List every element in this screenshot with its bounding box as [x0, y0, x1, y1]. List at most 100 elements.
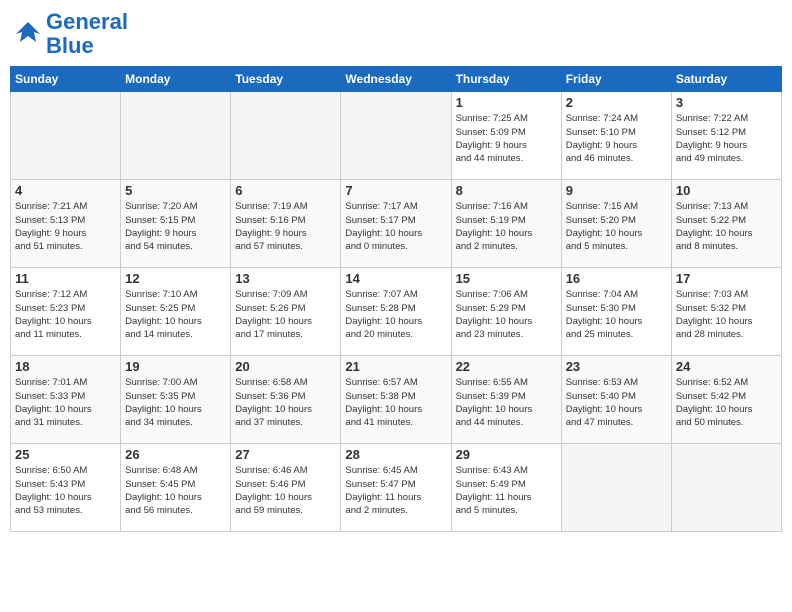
day-info: Sunrise: 6:50 AMSunset: 5:43 PMDaylight:… [15, 464, 116, 517]
day-number: 17 [676, 271, 777, 286]
day-cell: 24 Sunrise: 6:52 AMSunset: 5:42 PMDayligh… [671, 356, 781, 444]
day-cell: 22 Sunrise: 6:55 AMSunset: 5:39 PMDayligh… [451, 356, 561, 444]
day-number: 1 [456, 95, 557, 110]
day-cell: 10 Sunrise: 7:13 AMSunset: 5:22 PMDayligh… [671, 180, 781, 268]
day-number: 27 [235, 447, 336, 462]
day-cell: 6 Sunrise: 7:19 AMSunset: 5:16 PMDaylight… [231, 180, 341, 268]
page-header: General Blue [10, 10, 782, 58]
day-number: 8 [456, 183, 557, 198]
day-info: Sunrise: 7:13 AMSunset: 5:22 PMDaylight:… [676, 200, 777, 253]
week-row-2: 4 Sunrise: 7:21 AMSunset: 5:13 PMDaylight… [11, 180, 782, 268]
header-cell-tuesday: Tuesday [231, 67, 341, 92]
day-info: Sunrise: 6:55 AMSunset: 5:39 PMDaylight:… [456, 376, 557, 429]
calendar-header: SundayMondayTuesdayWednesdayThursdayFrid… [11, 67, 782, 92]
day-number: 23 [566, 359, 667, 374]
day-cell: 27 Sunrise: 6:46 AMSunset: 5:46 PMDayligh… [231, 444, 341, 532]
day-cell [231, 92, 341, 180]
day-cell: 20 Sunrise: 6:58 AMSunset: 5:36 PMDayligh… [231, 356, 341, 444]
calendar-body: 1 Sunrise: 7:25 AMSunset: 5:09 PMDaylight… [11, 92, 782, 532]
day-info: Sunrise: 7:24 AMSunset: 5:10 PMDaylight:… [566, 112, 667, 165]
day-info: Sunrise: 7:21 AMSunset: 5:13 PMDaylight:… [15, 200, 116, 253]
day-number: 25 [15, 447, 116, 462]
day-number: 15 [456, 271, 557, 286]
day-cell: 19 Sunrise: 7:00 AMSunset: 5:35 PMDayligh… [121, 356, 231, 444]
day-number: 5 [125, 183, 226, 198]
day-info: Sunrise: 7:25 AMSunset: 5:09 PMDaylight:… [456, 112, 557, 165]
header-cell-saturday: Saturday [671, 67, 781, 92]
day-info: Sunrise: 7:20 AMSunset: 5:15 PMDaylight:… [125, 200, 226, 253]
day-number: 20 [235, 359, 336, 374]
week-row-1: 1 Sunrise: 7:25 AMSunset: 5:09 PMDaylight… [11, 92, 782, 180]
day-number: 19 [125, 359, 226, 374]
header-cell-friday: Friday [561, 67, 671, 92]
day-number: 7 [345, 183, 446, 198]
header-cell-sunday: Sunday [11, 67, 121, 92]
day-cell: 23 Sunrise: 6:53 AMSunset: 5:40 PMDayligh… [561, 356, 671, 444]
header-cell-wednesday: Wednesday [341, 67, 451, 92]
day-cell: 11Sunrise: 7:12 AMSunset: 5:23 PMDayligh… [11, 268, 121, 356]
day-cell: 15 Sunrise: 7:06 AMSunset: 5:29 PMDayligh… [451, 268, 561, 356]
day-number: 12 [125, 271, 226, 286]
day-cell: 2Sunrise: 7:24 AMSunset: 5:10 PMDaylight… [561, 92, 671, 180]
day-number: 14 [345, 271, 446, 286]
day-info: Sunrise: 7:19 AMSunset: 5:16 PMDaylight:… [235, 200, 336, 253]
day-cell: 26Sunrise: 6:48 AMSunset: 5:45 PMDayligh… [121, 444, 231, 532]
day-number: 24 [676, 359, 777, 374]
day-number: 18 [15, 359, 116, 374]
calendar-table: SundayMondayTuesdayWednesdayThursdayFrid… [10, 66, 782, 532]
day-info: Sunrise: 7:17 AMSunset: 5:17 PMDaylight:… [345, 200, 446, 253]
day-info: Sunrise: 6:53 AMSunset: 5:40 PMDaylight:… [566, 376, 667, 429]
day-number: 4 [15, 183, 116, 198]
day-info: Sunrise: 6:46 AMSunset: 5:46 PMDaylight:… [235, 464, 336, 517]
day-cell [341, 92, 451, 180]
day-number: 29 [456, 447, 557, 462]
day-info: Sunrise: 6:58 AMSunset: 5:36 PMDaylight:… [235, 376, 336, 429]
day-number: 22 [456, 359, 557, 374]
day-number: 16 [566, 271, 667, 286]
day-cell: 16Sunrise: 7:04 AMSunset: 5:30 PMDayligh… [561, 268, 671, 356]
day-info: Sunrise: 7:09 AMSunset: 5:26 PMDaylight:… [235, 288, 336, 341]
day-info: Sunrise: 6:48 AMSunset: 5:45 PMDaylight:… [125, 464, 226, 517]
day-info: Sunrise: 7:00 AMSunset: 5:35 PMDaylight:… [125, 376, 226, 429]
logo-text: General Blue [46, 10, 128, 58]
day-cell: 17 Sunrise: 7:03 AMSunset: 5:32 PMDayligh… [671, 268, 781, 356]
day-number: 21 [345, 359, 446, 374]
day-cell: 8Sunrise: 7:16 AMSunset: 5:19 PMDaylight… [451, 180, 561, 268]
day-cell: 1 Sunrise: 7:25 AMSunset: 5:09 PMDaylight… [451, 92, 561, 180]
day-cell: 29 Sunrise: 6:43 AMSunset: 5:49 PMDayligh… [451, 444, 561, 532]
day-number: 9 [566, 183, 667, 198]
day-info: Sunrise: 7:01 AMSunset: 5:33 PMDaylight:… [15, 376, 116, 429]
day-info: Sunrise: 7:07 AMSunset: 5:28 PMDaylight:… [345, 288, 446, 341]
day-cell: 18 Sunrise: 7:01 AMSunset: 5:33 PMDayligh… [11, 356, 121, 444]
day-info: Sunrise: 7:12 AMSunset: 5:23 PMDaylight:… [15, 288, 116, 341]
day-info: Sunrise: 6:45 AMSunset: 5:47 PMDaylight:… [345, 464, 446, 517]
day-cell: 5 Sunrise: 7:20 AMSunset: 5:15 PMDaylight… [121, 180, 231, 268]
day-info: Sunrise: 7:15 AMSunset: 5:20 PMDaylight:… [566, 200, 667, 253]
header-row: SundayMondayTuesdayWednesdayThursdayFrid… [11, 67, 782, 92]
day-info: Sunrise: 7:06 AMSunset: 5:29 PMDaylight:… [456, 288, 557, 341]
logo: General Blue [14, 10, 128, 58]
logo-icon [14, 20, 42, 48]
day-cell [561, 444, 671, 532]
week-row-4: 18 Sunrise: 7:01 AMSunset: 5:33 PMDayligh… [11, 356, 782, 444]
day-cell: 14 Sunrise: 7:07 AMSunset: 5:28 PMDayligh… [341, 268, 451, 356]
day-cell [671, 444, 781, 532]
day-info: Sunrise: 7:03 AMSunset: 5:32 PMDaylight:… [676, 288, 777, 341]
day-cell: 21 Sunrise: 6:57 AMSunset: 5:38 PMDayligh… [341, 356, 451, 444]
day-number: 6 [235, 183, 336, 198]
day-cell: 7 Sunrise: 7:17 AMSunset: 5:17 PMDaylight… [341, 180, 451, 268]
day-info: Sunrise: 7:10 AMSunset: 5:25 PMDaylight:… [125, 288, 226, 341]
day-info: Sunrise: 6:52 AMSunset: 5:42 PMDaylight:… [676, 376, 777, 429]
day-number: 28 [345, 447, 446, 462]
day-cell: 3Sunrise: 7:22 AMSunset: 5:12 PMDaylight… [671, 92, 781, 180]
header-cell-thursday: Thursday [451, 67, 561, 92]
day-info: Sunrise: 7:22 AMSunset: 5:12 PMDaylight:… [676, 112, 777, 165]
week-row-5: 25 Sunrise: 6:50 AMSunset: 5:43 PMDayligh… [11, 444, 782, 532]
day-info: Sunrise: 6:57 AMSunset: 5:38 PMDaylight:… [345, 376, 446, 429]
header-cell-monday: Monday [121, 67, 231, 92]
day-number: 10 [676, 183, 777, 198]
day-cell: 9 Sunrise: 7:15 AMSunset: 5:20 PMDaylight… [561, 180, 671, 268]
day-cell: 25 Sunrise: 6:50 AMSunset: 5:43 PMDayligh… [11, 444, 121, 532]
day-info: Sunrise: 6:43 AMSunset: 5:49 PMDaylight:… [456, 464, 557, 517]
day-cell [11, 92, 121, 180]
